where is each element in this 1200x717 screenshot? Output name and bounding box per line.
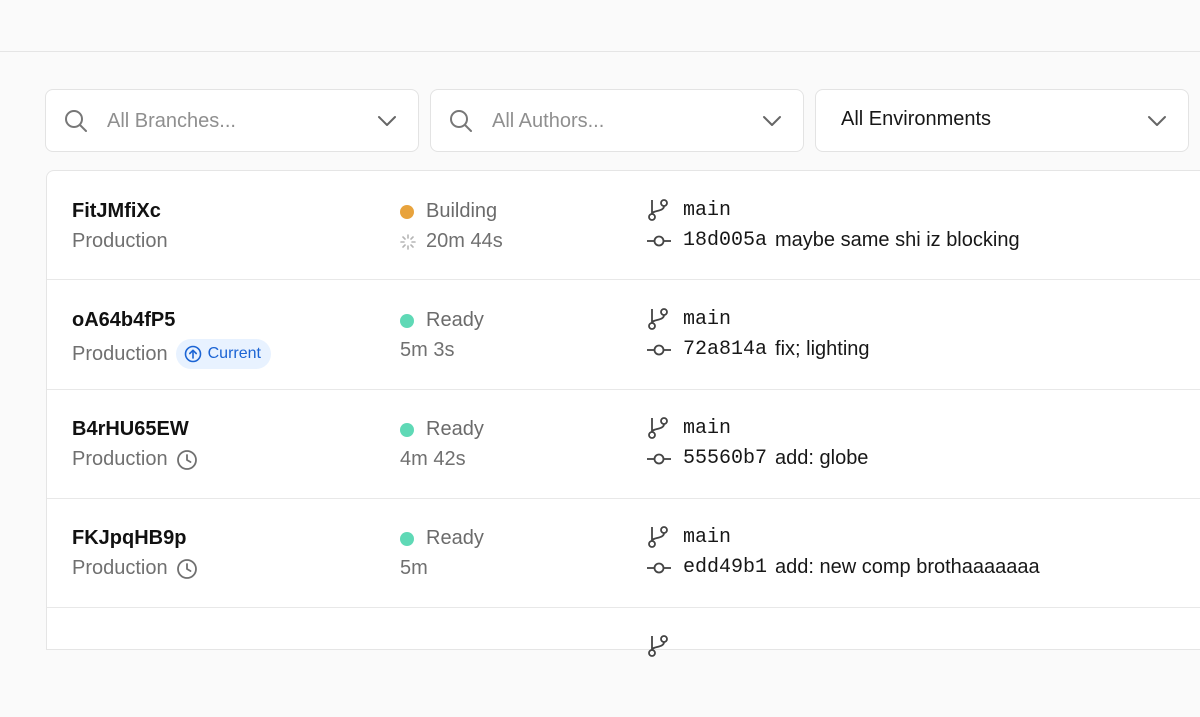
status-label: Building bbox=[426, 200, 498, 222]
deployments-list: FitJMfiXc Production Building 20m 44s ma… bbox=[46, 170, 1200, 657]
deployment-duration: 4m 42s bbox=[400, 448, 466, 471]
clock-icon bbox=[176, 449, 197, 470]
deployment-duration: 5m bbox=[400, 557, 428, 580]
git-commit-icon bbox=[647, 235, 671, 246]
deployment-commit[interactable]: edd49b1 add: new comp brothaaaaaaa bbox=[647, 556, 1040, 579]
deployment-status: Ready bbox=[400, 418, 484, 441]
deployment-commit[interactable]: 72a814a fix; lighting bbox=[647, 338, 870, 361]
deployment-id[interactable]: B4rHU65EW bbox=[72, 418, 189, 441]
environment-select[interactable]: All Environments bbox=[815, 89, 1189, 152]
commit-message: add: globe bbox=[775, 447, 869, 469]
environment-label: Production bbox=[72, 230, 168, 252]
deployment-id[interactable]: FitJMfiXc bbox=[72, 200, 161, 223]
deployment-id[interactable]: oA64b4fP5 bbox=[72, 309, 175, 332]
deployment-environment: Production bbox=[72, 230, 168, 253]
search-icon bbox=[65, 110, 87, 132]
author-search-input[interactable] bbox=[492, 104, 732, 138]
deployment-row[interactable]: B4rHU65EW Production Ready 4m 42s main 5… bbox=[47, 389, 1200, 499]
deployment-branch[interactable]: main bbox=[647, 525, 731, 549]
branch-name: main bbox=[683, 307, 732, 331]
commit-message: fix; lighting bbox=[775, 338, 870, 360]
duration-label: 4m 42s bbox=[400, 448, 466, 470]
duration-label: 20m 44s bbox=[426, 230, 503, 252]
status-label: Ready bbox=[426, 418, 484, 440]
deployment-row[interactable]: FitJMfiXc Production Building 20m 44s ma… bbox=[47, 171, 1200, 280]
branch-name: main bbox=[683, 198, 732, 222]
duration-label: 5m 3s bbox=[400, 339, 455, 361]
branch-name: main bbox=[683, 525, 732, 549]
chevron-down-icon[interactable] bbox=[376, 112, 398, 130]
deployment-status: Ready bbox=[400, 309, 484, 332]
deployment-branch[interactable]: main bbox=[647, 416, 731, 440]
deployment-branch[interactable]: main bbox=[647, 198, 731, 222]
filter-bar: All Environments bbox=[45, 89, 1200, 152]
deployment-row[interactable] bbox=[47, 607, 1200, 717]
git-branch-icon bbox=[648, 199, 668, 221]
deployment-environment: Production bbox=[72, 448, 198, 471]
commit-hash: 72a814a bbox=[683, 338, 768, 361]
deployment-status: Building bbox=[400, 200, 497, 223]
git-commit-icon bbox=[647, 562, 671, 573]
status-dot-ready bbox=[400, 313, 414, 328]
deployment-row[interactable]: oA64b4fP5 Production Current Ready 5m 3s bbox=[47, 280, 1200, 390]
deployment-status: Ready bbox=[400, 527, 484, 550]
status-dot-ready bbox=[400, 531, 414, 546]
branch-search-input[interactable] bbox=[107, 104, 347, 138]
deployment-environment: Production Current bbox=[72, 339, 271, 369]
status-dot-ready bbox=[400, 422, 414, 437]
git-commit-icon bbox=[647, 344, 671, 355]
current-badge-label: Current bbox=[207, 345, 261, 362]
deployment-duration: 5m 3s bbox=[400, 339, 454, 362]
duration-label: 5m bbox=[400, 557, 428, 579]
git-commit-icon bbox=[647, 453, 671, 464]
status-label: Ready bbox=[426, 527, 484, 549]
search-icon bbox=[450, 110, 472, 132]
environment-select-value: All Environments bbox=[841, 108, 992, 130]
deployment-commit[interactable]: 55560b7 add: globe bbox=[647, 447, 868, 470]
commit-hash: 55560b7 bbox=[683, 447, 768, 470]
author-filter[interactable] bbox=[430, 89, 804, 152]
commit-message: maybe same shi iz blocking bbox=[775, 229, 1020, 251]
branch-filter[interactable] bbox=[45, 89, 419, 152]
environment-label: Production bbox=[72, 342, 168, 365]
status-dot-building bbox=[400, 204, 414, 219]
git-branch-icon bbox=[648, 526, 668, 548]
top-bar bbox=[0, 0, 1200, 52]
chevron-down-icon[interactable] bbox=[761, 112, 783, 130]
branch-name: main bbox=[683, 416, 732, 440]
clock-icon bbox=[176, 558, 197, 579]
environment-label: Production bbox=[72, 448, 168, 470]
deployment-environment: Production bbox=[72, 557, 198, 580]
commit-hash: 18d005a bbox=[683, 229, 768, 252]
spinner-icon bbox=[400, 233, 416, 250]
git-branch-icon bbox=[648, 417, 668, 439]
status-label: Ready bbox=[426, 309, 484, 331]
deployment-branch[interactable]: main bbox=[647, 307, 731, 331]
current-badge: Current bbox=[175, 339, 271, 369]
commit-message: add: new comp brothaaaaaaa bbox=[775, 556, 1040, 578]
environment-label: Production bbox=[72, 557, 168, 579]
commit-hash: edd49b1 bbox=[683, 556, 768, 579]
deployment-duration: 20m 44s bbox=[400, 230, 503, 253]
chevron-down-icon[interactable] bbox=[1146, 112, 1168, 130]
git-branch-icon bbox=[648, 308, 668, 330]
deployment-id[interactable]: FKJpqHB9p bbox=[72, 527, 186, 550]
arrow-up-circle-icon bbox=[184, 345, 201, 363]
deployment-row[interactable]: FKJpqHB9p Production Ready 5m main edd49… bbox=[47, 498, 1200, 608]
deployment-commit[interactable]: 18d005a maybe same shi iz blocking bbox=[647, 229, 1020, 252]
